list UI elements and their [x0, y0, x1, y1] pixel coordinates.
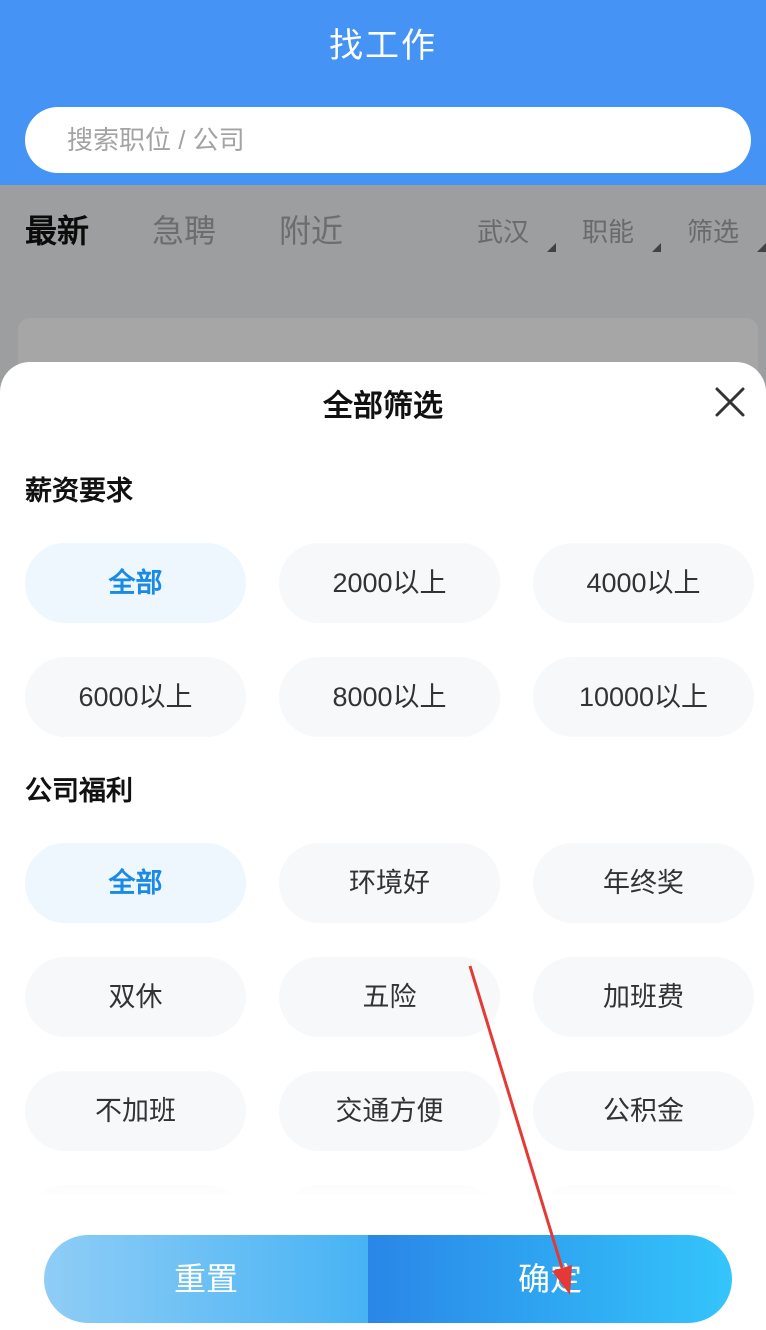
search-bar[interactable]	[25, 107, 751, 173]
scroll-fade	[0, 1172, 766, 1195]
reset-button[interactable]: 重置	[44, 1235, 368, 1323]
close-icon[interactable]	[713, 385, 747, 419]
benefit-option[interactable]: 交通方便	[279, 1071, 500, 1151]
filter-sheet: 全部筛选 薪资要求 全部 2000以上 4000以上 6000以上 8000以上…	[0, 362, 766, 1330]
search-input[interactable]	[67, 107, 707, 173]
page-title: 找工作	[329, 27, 437, 65]
app-header: 找工作	[0, 0, 766, 185]
salary-option[interactable]: 6000以上	[25, 657, 246, 737]
sheet-actions: 重置 确定	[44, 1235, 732, 1323]
benefit-option[interactable]: 公积金	[533, 1071, 754, 1151]
salary-options: 全部 2000以上 4000以上 6000以上 8000以上 10000以上	[25, 543, 754, 737]
salary-option[interactable]: 2000以上	[279, 543, 500, 623]
section-label-salary: 薪资要求	[25, 476, 133, 506]
salary-option[interactable]: 全部	[25, 543, 246, 623]
salary-option[interactable]: 4000以上	[533, 543, 754, 623]
benefit-options: 全部 环境好 年终奖 双休 五险 加班费 不加班 交通方便 公积金	[25, 843, 754, 1195]
salary-option[interactable]: 10000以上	[533, 657, 754, 737]
filter-scroll-area[interactable]: 全部筛选 薪资要求 全部 2000以上 4000以上 6000以上 8000以上…	[0, 362, 766, 1195]
benefit-option[interactable]: 加班费	[533, 957, 754, 1037]
benefit-option[interactable]: 环境好	[279, 843, 500, 923]
benefit-option[interactable]: 五险	[279, 957, 500, 1037]
benefit-option[interactable]: 双休	[25, 957, 246, 1037]
benefit-option[interactable]: 全部	[25, 843, 246, 923]
benefit-option[interactable]: 年终奖	[533, 843, 754, 923]
benefit-option[interactable]: 不加班	[25, 1071, 246, 1151]
section-label-benefits: 公司福利	[25, 776, 133, 806]
sheet-title: 全部筛选	[323, 390, 443, 423]
salary-option[interactable]: 8000以上	[279, 657, 500, 737]
confirm-button[interactable]: 确定	[368, 1235, 732, 1323]
